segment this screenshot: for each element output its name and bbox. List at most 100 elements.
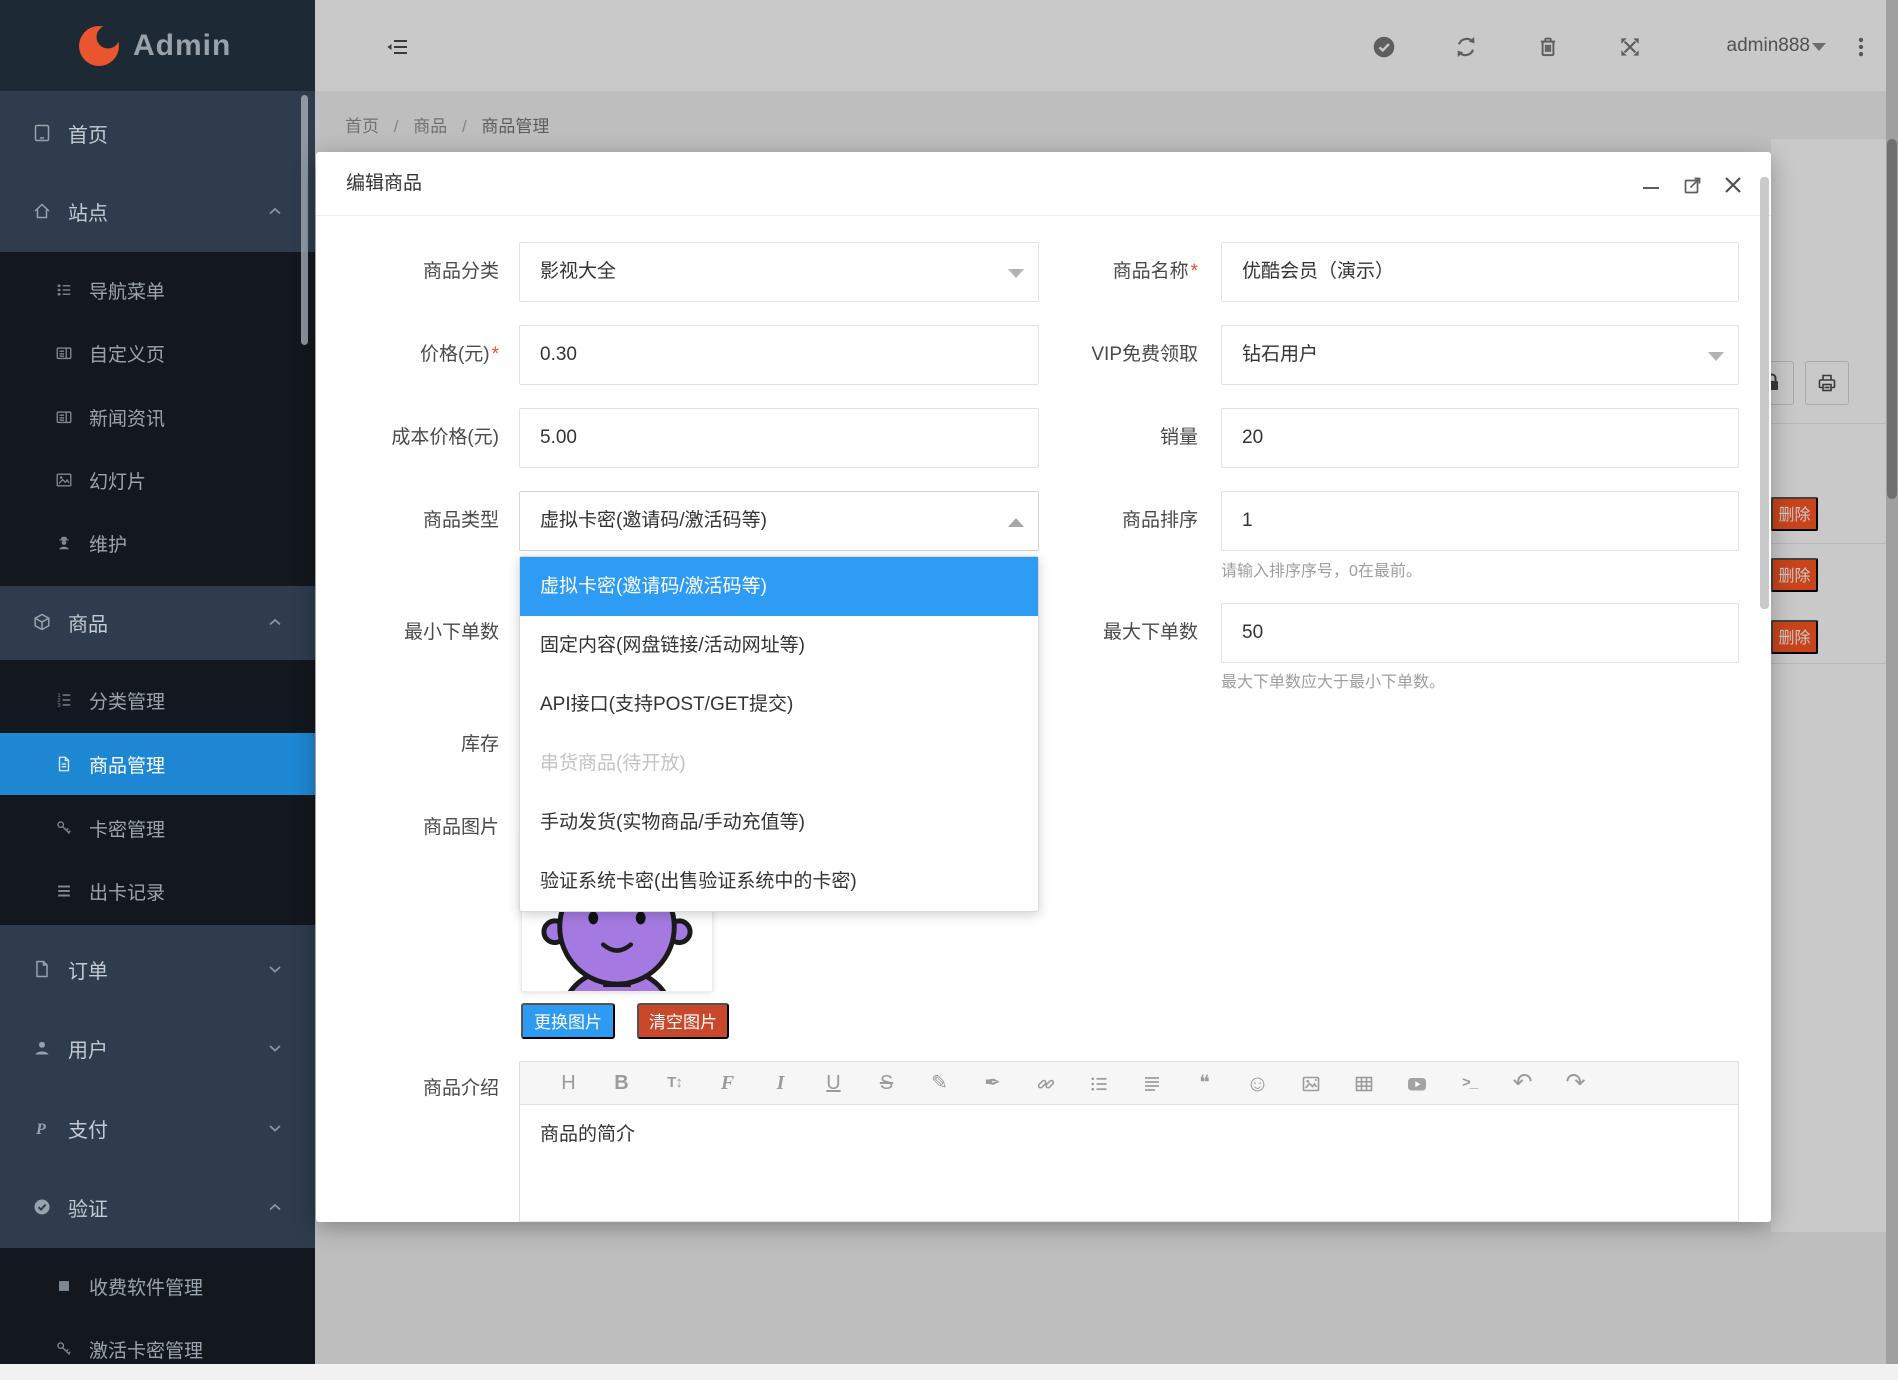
link-icon[interactable] (1019, 1062, 1072, 1104)
sidebar: Admin 首页 站点 导航菜单 自定义页 新闻资讯 幻灯片 维护 商品 123 (0, 0, 315, 1364)
chevron-down-icon (268, 1124, 282, 1133)
cube-icon (32, 612, 52, 632)
user-icon (32, 1038, 52, 1058)
chevron-down-icon (268, 1044, 282, 1053)
sidebar-item-orders[interactable]: 订单 (0, 938, 315, 1000)
nav-list-icon (55, 281, 73, 299)
chevron-up-icon (268, 1203, 282, 1212)
sidebar-scrollbar[interactable] (301, 95, 308, 345)
sidebar-item-users[interactable]: 用户 (0, 1017, 315, 1079)
product-name-input[interactable]: 优酷会员（演示） (1221, 242, 1739, 302)
vip-select[interactable]: 钻石用户 (1221, 325, 1739, 385)
price-label: 价格(元)* (329, 325, 499, 385)
sort-input[interactable]: 1 (1221, 491, 1739, 551)
category-select[interactable]: 影视大全 (519, 242, 1039, 302)
required-asterisk: * (492, 344, 499, 365)
max-order-input[interactable]: 50 (1221, 603, 1739, 663)
page: { "brand": {"name": "Admin", "logo_icon"… (0, 0, 1898, 1364)
type-label: 商品类型 (329, 491, 499, 551)
type-dropdown-menu: 虚拟卡密(邀请码/激活码等) 固定内容(网盘链接/活动网址等) API接口(支持… (519, 556, 1039, 912)
sidebar-item-card-key-manage[interactable]: 卡密管理 (0, 797, 315, 859)
sidebar-item-card-records[interactable]: 出卡记录 (0, 860, 315, 922)
terminal-icon[interactable]: >_ (1443, 1062, 1496, 1104)
sidebar-item-verify[interactable]: 验证 (0, 1176, 315, 1238)
sidebar-item-label: 收费软件管理 (89, 1273, 203, 1300)
brush-icon[interactable]: ✒ (966, 1062, 1019, 1104)
product-name-label: 商品名称* (1028, 242, 1198, 302)
underline-icon[interactable]: U (807, 1062, 860, 1104)
sidebar-item-label: 导航菜单 (89, 277, 165, 304)
bold-icon[interactable]: B (595, 1062, 648, 1104)
paypal-icon: P (32, 1118, 52, 1138)
modal-scrollbar-thumb[interactable] (1760, 177, 1769, 609)
undo-icon[interactable]: ↶ (1496, 1062, 1549, 1104)
sidebar-item-label: 分类管理 (89, 687, 165, 714)
close-icon[interactable] (1718, 170, 1748, 200)
sidebar-item-home[interactable]: 首页 (0, 102, 315, 164)
type-select[interactable]: 虚拟卡密(邀请码/激活码等) (519, 491, 1039, 551)
list-icon (55, 882, 73, 900)
sidebar-item-label: 自定义页 (89, 340, 165, 367)
maximize-icon[interactable] (1678, 170, 1708, 200)
sidebar-item-custom-page[interactable]: 自定义页 (0, 322, 315, 384)
cost-input[interactable]: 5.00 (519, 408, 1039, 468)
align-icon[interactable] (1125, 1062, 1178, 1104)
caret-down-icon (1008, 269, 1024, 278)
replace-image-button[interactable]: 更换图片 (521, 1003, 615, 1039)
quote-icon[interactable]: ❝ (1178, 1062, 1231, 1104)
price-input[interactable]: 0.30 (519, 325, 1039, 385)
dropdown-option-dropship-disabled: 串货商品(待开放) (520, 734, 1038, 793)
image-icon[interactable] (1284, 1062, 1337, 1104)
minimize-icon[interactable] (1636, 170, 1666, 200)
strikethrough-icon[interactable]: S (860, 1062, 913, 1104)
file-text-icon (55, 755, 73, 773)
key-icon (55, 819, 73, 837)
custom-page-icon (55, 344, 73, 362)
italic-icon[interactable]: I (754, 1062, 807, 1104)
dropdown-option-verify-system-card[interactable]: 验证系统卡密(出售验证系统中的卡密) (520, 852, 1038, 911)
sales-input[interactable]: 20 (1221, 408, 1739, 468)
sidebar-item-label: 订单 (68, 955, 108, 984)
sidebar-item-activation-key-manage[interactable]: 激活卡密管理 (0, 1318, 315, 1380)
dropdown-option-api[interactable]: API接口(支持POST/GET提交) (520, 675, 1038, 734)
sidebar-item-label: 激活卡密管理 (89, 1336, 203, 1363)
font-size-icon[interactable]: T↕ (648, 1062, 701, 1104)
description-editor-content[interactable]: 商品的简介 (519, 1105, 1739, 1222)
heading-icon[interactable]: H (542, 1062, 595, 1104)
dropdown-option-virtual-card[interactable]: 虚拟卡密(邀请码/激活码等) (520, 557, 1038, 616)
list-ul-icon[interactable] (1072, 1062, 1125, 1104)
font-family-icon[interactable]: F (701, 1062, 754, 1104)
redo-icon[interactable]: ↷ (1549, 1062, 1602, 1104)
sidebar-item-category-manage[interactable]: 123 分类管理 (0, 669, 315, 731)
sidebar-item-news[interactable]: 新闻资讯 (0, 386, 315, 448)
table-icon[interactable] (1337, 1062, 1390, 1104)
required-asterisk: * (1191, 261, 1198, 282)
editor-toolbar: H B T↕ F I U S ✎ ✒ ❝ ☺ >_ ↶ ↷ (519, 1061, 1739, 1105)
sidebar-item-slideshow[interactable]: 幻灯片 (0, 449, 315, 511)
sidebar-item-product-manage[interactable]: 商品管理 (0, 733, 315, 795)
sidebar-item-products[interactable]: 商品 (0, 591, 315, 653)
modal-header: 编辑商品 (316, 152, 1771, 216)
clear-image-button[interactable]: 清空图片 (637, 1003, 729, 1039)
caret-down-icon (1708, 352, 1724, 361)
dropdown-option-fixed-content[interactable]: 固定内容(网盘链接/活动网址等) (520, 616, 1038, 675)
video-icon[interactable] (1390, 1062, 1443, 1104)
emoji-icon[interactable]: ☺ (1231, 1062, 1284, 1104)
cost-label: 成本价格(元) (329, 408, 499, 468)
sidebar-item-nav-menu[interactable]: 导航菜单 (0, 259, 315, 321)
sidebar-item-label: 卡密管理 (89, 815, 165, 842)
sidebar-item-site[interactable]: 站点 (0, 180, 315, 242)
sidebar-item-label: 商品 (68, 608, 108, 637)
list-ol-icon: 123 (55, 691, 73, 709)
slideshow-icon (55, 471, 73, 489)
sidebar-item-maintenance[interactable]: 维护 (0, 512, 315, 574)
sidebar-item-paid-software-manage[interactable]: 收费软件管理 (0, 1255, 315, 1317)
sidebar-item-label: 新闻资讯 (89, 404, 165, 431)
sidebar-item-label: 支付 (68, 1114, 108, 1143)
dropdown-option-manual-delivery[interactable]: 手动发货(实物商品/手动充值等) (520, 793, 1038, 852)
min-order-label: 最小下单数 (329, 603, 499, 663)
category-value: 影视大全 (540, 261, 616, 282)
type-value: 虚拟卡密(邀请码/激活码等) (540, 510, 767, 531)
pen-icon[interactable]: ✎ (913, 1062, 966, 1104)
sidebar-item-payment[interactable]: P 支付 (0, 1097, 315, 1159)
